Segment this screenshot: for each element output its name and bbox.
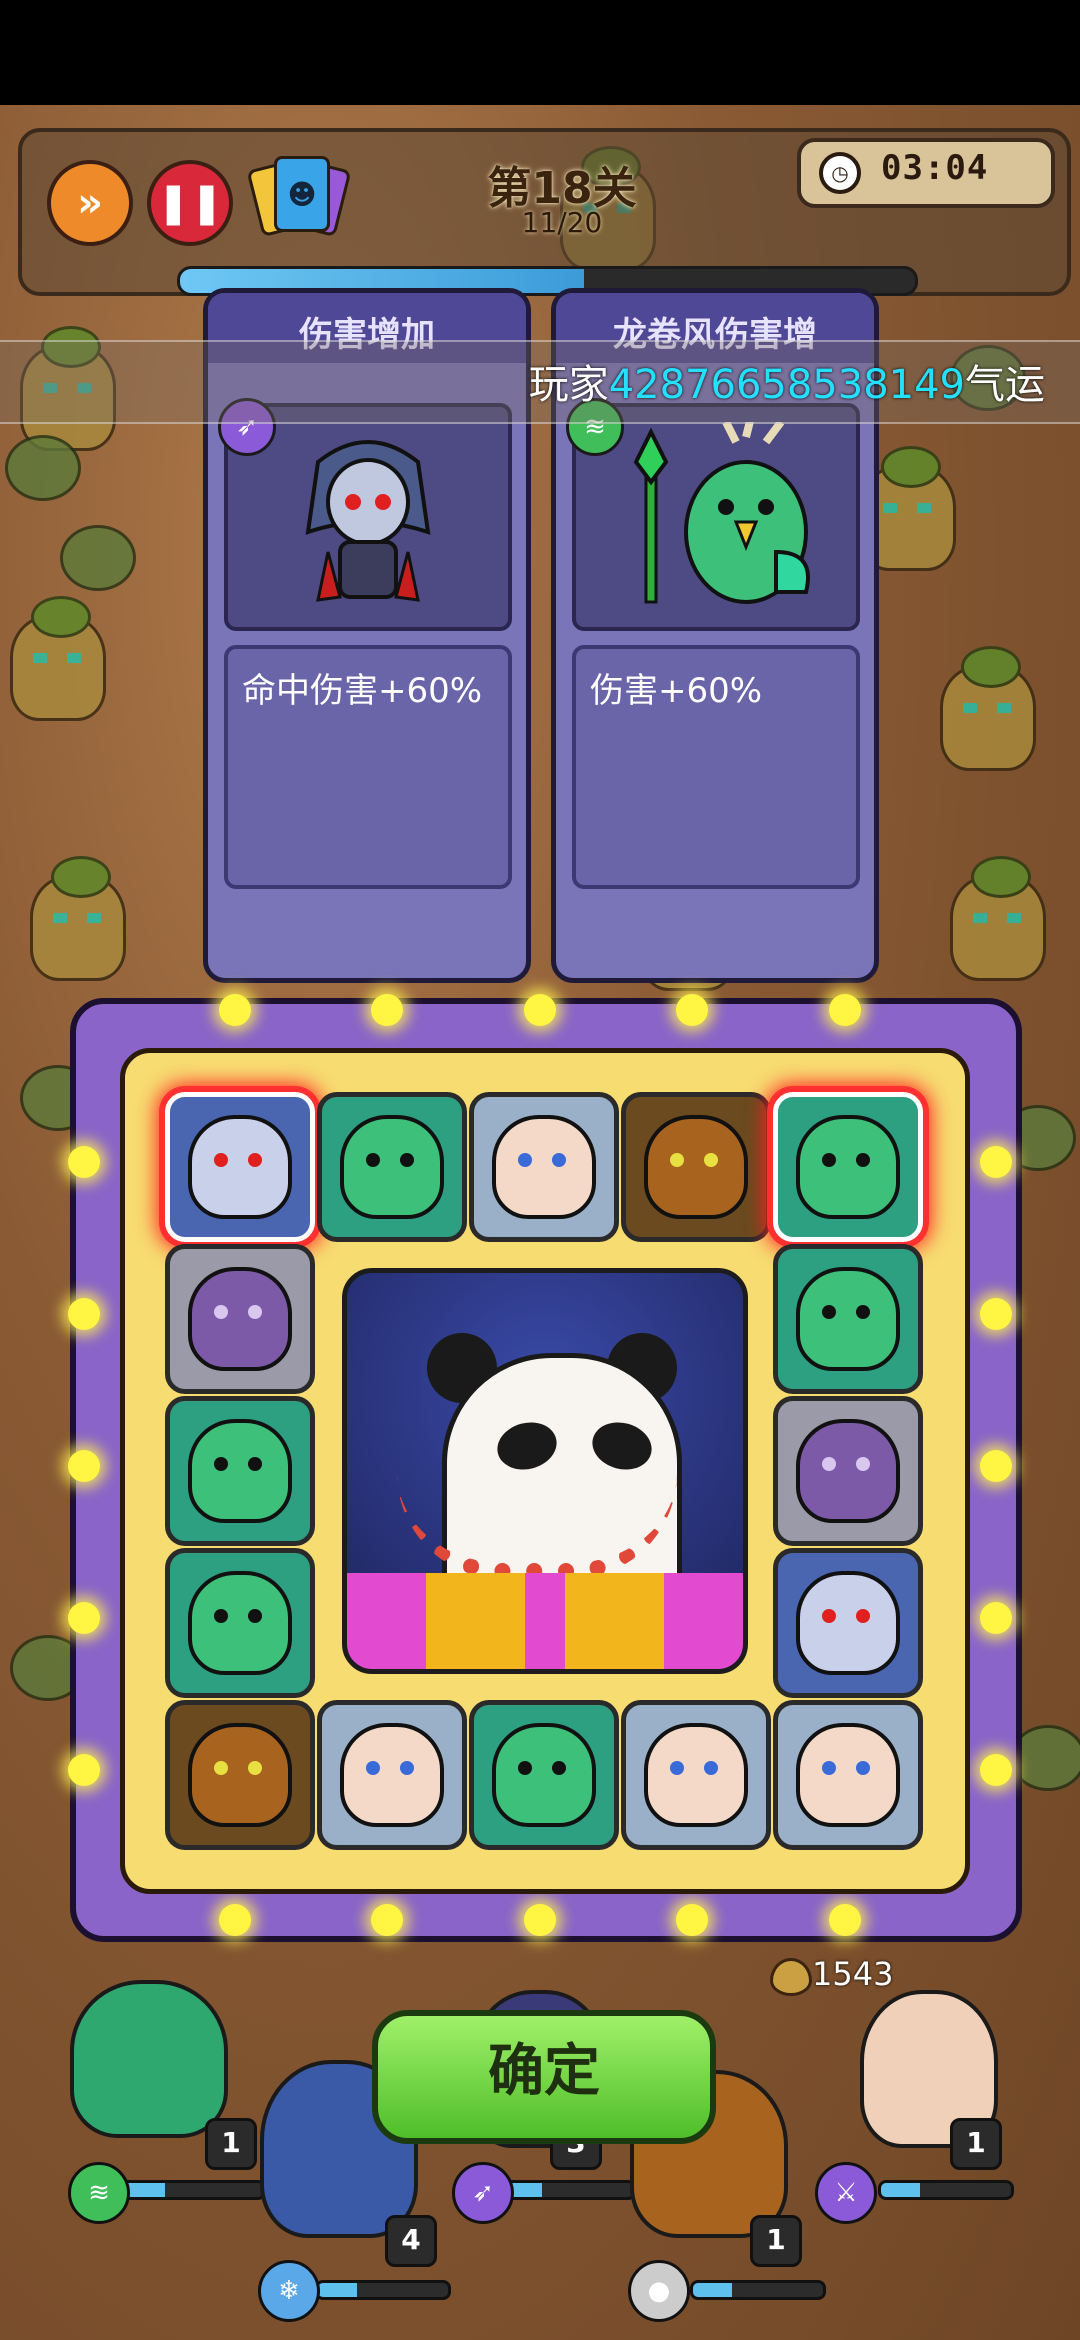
timer: ◷ 03:04 <box>797 138 1055 208</box>
hero-level-badge: 4 <box>385 2215 437 2267</box>
hero-energy-bar <box>500 2180 636 2200</box>
slot-tile-green-owl-mage <box>165 1396 315 1546</box>
light-bulb <box>524 994 556 1026</box>
light-bulb <box>68 1602 100 1634</box>
light-bulb <box>980 1754 1012 1786</box>
slot-tile-dark-elf-archer <box>165 1092 315 1242</box>
upgrade-card-desc-box: 命中伤害+60% <box>224 645 512 889</box>
sword-icon: ⚔ <box>815 2162 877 2224</box>
player-suffix: 气运 <box>965 362 1045 408</box>
slot-tile-white-beard-king <box>773 1700 923 1850</box>
tree-ent-icon <box>644 1115 748 1219</box>
dark-elf-archer-icon <box>305 440 431 602</box>
slot-tile-purple-gear <box>773 1396 923 1546</box>
enemy-tree <box>10 596 106 721</box>
white-beard-king-icon <box>796 1723 900 1827</box>
hero-level-badge: 1 <box>750 2215 802 2267</box>
slot-tile-white-beard-king <box>621 1700 771 1850</box>
enemy-dragon <box>5 435 81 501</box>
green-owl-mage-icon <box>188 1419 292 1523</box>
light-bulb <box>68 1298 100 1330</box>
clock-icon: ◷ <box>819 152 861 194</box>
upgrade-card-description: 命中伤害+60% <box>242 671 483 711</box>
upgrade-card-desc-box: 伤害+60% <box>572 645 860 889</box>
slot-tile-white-beard-king <box>317 1700 467 1850</box>
slot-tile-purple-gear <box>165 1244 315 1394</box>
light-bulb <box>980 1602 1012 1634</box>
gold-amount: 1543 <box>812 1955 894 1993</box>
light-bulb <box>219 1904 251 1936</box>
slot-tile-tree-ent <box>621 1092 771 1242</box>
white-beard-king-icon <box>340 1723 444 1827</box>
green-owl-mage-icon <box>796 1115 900 1219</box>
hero-level-badge: 1 <box>205 2118 257 2170</box>
light-bulb <box>980 1298 1012 1330</box>
confirm-button[interactable]: 确定 <box>372 2010 716 2144</box>
slot-tile-tree-ent <box>165 1700 315 1850</box>
green-owl-mage-icon <box>633 422 810 604</box>
ball-icon: ● <box>628 2260 690 2322</box>
center-prize-panda <box>342 1268 748 1674</box>
white-beard-king-icon <box>492 1115 596 1219</box>
hero-energy-bar <box>120 2180 266 2200</box>
enemy-tree <box>950 856 1046 981</box>
upgrade-card-description: 伤害+60% <box>590 671 763 711</box>
player-luck-text: 玩家42876658538149气运 <box>529 352 1045 410</box>
card-blue-icon: ☻ <box>274 156 330 232</box>
light-bulb <box>371 994 403 1026</box>
light-bulb <box>524 1904 556 1936</box>
wave-progress-text: 11/20 <box>521 206 603 239</box>
light-bulb <box>68 1146 100 1178</box>
slot-tile-green-owl-mage <box>317 1092 467 1242</box>
player-prefix: 玩家 <box>528 362 609 408</box>
light-bulb <box>676 1904 708 1936</box>
light-bulb <box>219 994 251 1026</box>
arrow-icon: ➶ <box>452 2162 514 2224</box>
timer-text: 03:04 <box>881 148 989 188</box>
green-owl-mage-icon <box>340 1115 444 1219</box>
ice-icon: ❄ <box>258 2260 320 2322</box>
fast-forward-icon: » <box>77 180 103 226</box>
green-owl-mage-icon <box>492 1723 596 1827</box>
hero-energy-bar <box>315 2280 451 2300</box>
hero-green-owl-mage[interactable] <box>70 1980 228 2138</box>
light-bulb <box>68 1450 100 1482</box>
light-bulb <box>980 1450 1012 1482</box>
dark-elf-archer-icon <box>796 1571 900 1675</box>
heart-icon <box>770 1958 812 1996</box>
slot-tile-green-owl-mage <box>773 1244 923 1394</box>
pause-button[interactable]: ❚❚ <box>147 160 233 246</box>
slot-tile-white-beard-king <box>469 1092 619 1242</box>
card-deck-button[interactable]: ☻ <box>246 154 352 240</box>
hero-energy-bar <box>878 2180 1014 2200</box>
player-id: 42876658538149 <box>608 362 965 408</box>
fast-forward-button[interactable]: » <box>47 160 133 246</box>
hero-energy-bar <box>690 2280 826 2300</box>
tornado-icon: ≋ <box>68 2162 130 2224</box>
slot-tile-green-owl-mage <box>773 1092 923 1242</box>
treasure-pile <box>347 1573 743 1669</box>
white-beard-king-icon <box>644 1723 748 1827</box>
purple-gear-icon <box>796 1419 900 1523</box>
purple-gear-icon <box>188 1267 292 1371</box>
light-bulb <box>980 1146 1012 1178</box>
light-bulb <box>371 1904 403 1936</box>
pause-icon: ❚❚ <box>156 180 224 226</box>
light-bulb <box>829 1904 861 1936</box>
slot-tile-dark-elf-archer <box>773 1548 923 1698</box>
light-bulb <box>68 1754 100 1786</box>
enemy-dragon <box>60 525 136 591</box>
top-hud: » ❚❚ ☻ 第18关 11/20 ◷ 03:04 <box>18 128 1071 296</box>
green-owl-mage-icon <box>188 1571 292 1675</box>
light-bulb <box>676 994 708 1026</box>
enemy-tree <box>30 856 126 981</box>
dark-elf-archer-icon <box>188 1115 292 1219</box>
light-bulb <box>829 994 861 1026</box>
hero-level-badge: 1 <box>950 2118 1002 2170</box>
green-owl-mage-icon <box>796 1267 900 1371</box>
slot-tile-green-owl-mage <box>469 1700 619 1850</box>
slot-tile-green-owl-mage <box>165 1548 315 1698</box>
tree-ent-icon <box>188 1723 292 1827</box>
enemy-tree <box>940 646 1036 771</box>
